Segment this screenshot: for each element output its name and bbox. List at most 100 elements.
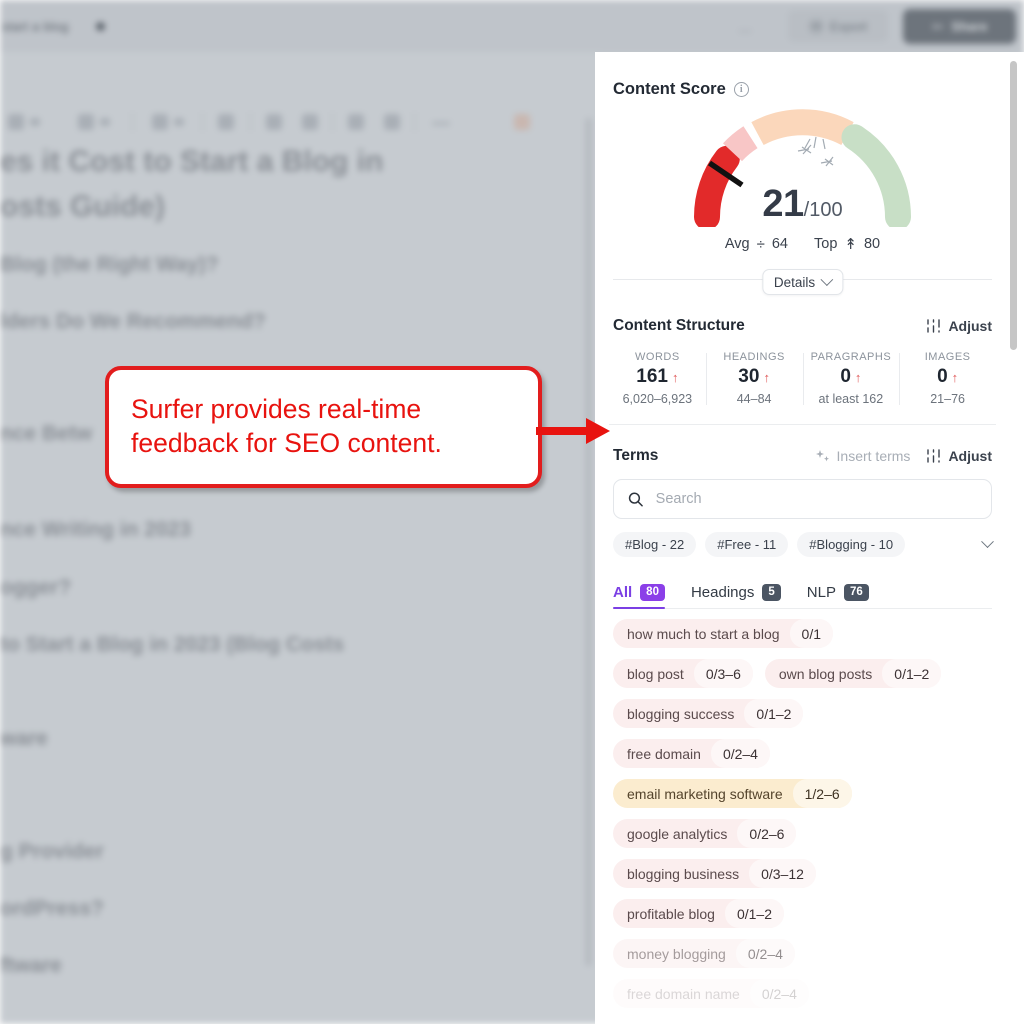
list-style-chevron-icon[interactable]: [100, 118, 110, 126]
terms-header: Terms Insert terms Adjust: [595, 425, 1010, 465]
tag-chip[interactable]: #Blogging - 10: [797, 532, 906, 557]
panel-scrollbar-thumb[interactable]: [1010, 61, 1017, 350]
editor-heading: nce Writing in 2023: [0, 518, 191, 541]
editor-toolbar[interactable]: [0, 52, 600, 132]
adjust-label: Adjust: [948, 318, 992, 334]
more-options-button[interactable]: …: [738, 19, 752, 35]
editor-heading: osts Guide): [0, 190, 166, 223]
tab-badge: 5: [762, 584, 781, 601]
term-chip[interactable]: blogging success 0/1–2: [613, 699, 804, 728]
term-chip[interactable]: free domain name 0/2–4: [613, 979, 809, 1008]
details-button[interactable]: Details: [761, 269, 844, 295]
term-label: blogging success: [627, 705, 735, 722]
terms-adjust-button[interactable]: Adjust: [926, 448, 992, 464]
trend-up-icon: ↑: [951, 370, 959, 385]
text-format-icon[interactable]: [152, 114, 168, 130]
annotation-text: Surfer provides real-time feedback for S…: [131, 394, 442, 458]
details-label: Details: [773, 274, 816, 290]
term-row: blogging business 0/3–12: [613, 859, 992, 888]
content-structure-adjust-button[interactable]: Adjust: [926, 318, 992, 334]
metric-value: 0: [840, 366, 851, 387]
redo-icon[interactable]: [384, 114, 400, 130]
metric-paragraphs: PARAGRAPHS 0 ↑ at least 162: [802, 351, 900, 406]
content-score-value: 21: [762, 183, 804, 225]
tab-badge: 76: [843, 584, 869, 601]
term-label: blog post: [627, 665, 684, 682]
trend-up-icon: ↑: [763, 370, 770, 385]
editor-scrollbar[interactable]: [586, 118, 591, 966]
metric-label: WORDS: [635, 351, 680, 363]
metric-label: IMAGES: [924, 351, 971, 363]
annotation-arrow-icon: [536, 418, 610, 444]
highlight-icon[interactable]: [218, 114, 234, 130]
top-stat: Top ↟ 80: [814, 235, 880, 253]
term-label: google analytics: [627, 825, 728, 842]
tag-chip[interactable]: #Free - 11: [705, 532, 789, 557]
metric-range: 21–76: [930, 392, 965, 406]
metric-value: 161: [636, 366, 668, 387]
tag-chip[interactable]: #Blog - 22: [613, 532, 697, 557]
editor-topbar: start a blog … Ⓜ Export ⇦ Share: [0, 0, 1024, 52]
export-button[interactable]: Ⓜ Export: [788, 10, 888, 42]
term-chip[interactable]: own blog posts 0/1–2: [764, 659, 942, 688]
text-format-chevron-icon[interactable]: [174, 118, 184, 126]
tab-all[interactable]: All 80: [613, 584, 665, 609]
term-chip[interactable]: google analytics 0/2–6: [613, 819, 797, 848]
metric-words: WORDS 161 ↑ 6,020–6,923: [609, 351, 706, 406]
term-chip[interactable]: money blogging 0/2–4: [613, 939, 795, 968]
ai-assist-icon[interactable]: [514, 114, 530, 130]
info-icon[interactable]: i: [733, 82, 749, 97]
sparkles-icon: [815, 449, 829, 461]
tab-nlp[interactable]: NLP 76: [807, 584, 869, 608]
term-row: google analytics 0/2–6: [613, 819, 992, 848]
content-score-value-group: 21/100: [595, 183, 1010, 226]
toolbar-divider: [202, 112, 203, 132]
terms-title: Terms: [613, 447, 659, 464]
term-label: money blogging: [627, 945, 726, 962]
editor-heading: to Start a Blog in 2023 (Blog Costs: [0, 633, 345, 656]
panel-scrollbar-track[interactable]: [1010, 56, 1021, 1024]
tab-headings[interactable]: Headings 5: [691, 584, 781, 608]
term-row: money blogging 0/2–4: [613, 939, 992, 968]
term-row: how much to start a blog 0/1: [613, 619, 992, 648]
term-chip[interactable]: how much to start a blog 0/1: [613, 619, 833, 648]
link-icon[interactable]: [302, 114, 318, 130]
tab-label: Headings: [690, 584, 755, 601]
term-chip[interactable]: blog post 0/3–6: [613, 659, 753, 688]
content-score-title: Content Score: [613, 80, 726, 98]
share-button[interactable]: ⇦ Share: [903, 9, 1016, 44]
insert-terms-button[interactable]: Insert terms: [815, 448, 910, 464]
term-row: email marketing software 1/2–6: [613, 779, 992, 808]
paragraph-style-chevron-icon[interactable]: [30, 118, 40, 126]
metric-label: HEADINGS: [723, 351, 785, 363]
term-count: 0/2–4: [749, 979, 809, 1008]
unsaved-dot-icon: [96, 22, 105, 31]
term-chip[interactable]: free domain 0/2–4: [613, 739, 770, 768]
content-structure-header: Content Structure Adjust: [595, 305, 1010, 335]
toolbar-divider: [132, 112, 133, 132]
term-count: 0/2–4: [710, 739, 770, 768]
term-count: 0/2–4: [735, 939, 795, 968]
term-count: 0/3–12: [749, 859, 816, 888]
editor-heading: es it Cost to Start a Blog in: [0, 145, 384, 178]
term-count: 0/3–6: [693, 659, 753, 688]
horizontal-rule-icon[interactable]: [432, 122, 450, 125]
wordpress-icon: Ⓜ: [808, 18, 824, 36]
term-chip[interactable]: profitable blog 0/1–2: [613, 899, 784, 928]
content-score-max: /100: [803, 199, 843, 221]
metric-images: IMAGES 0 ↑ 21–76: [899, 351, 996, 406]
paragraph-style-icon[interactable]: [8, 114, 24, 130]
metric-range: 6,020–6,923: [622, 392, 693, 406]
term-chip[interactable]: blogging business 0/3–12: [613, 859, 816, 888]
toolbar-divider: [414, 112, 415, 132]
image-icon[interactable]: [266, 114, 282, 130]
chevron-down-icon[interactable]: [981, 535, 994, 549]
tab-label: NLP: [806, 584, 836, 601]
search-input[interactable]: [655, 491, 977, 507]
term-chip[interactable]: email marketing software 1/2–6: [613, 779, 852, 808]
terms-search-box[interactable]: [613, 479, 992, 519]
avg-stat: Avg ÷ 64: [725, 236, 788, 253]
undo-icon[interactable]: [348, 114, 364, 130]
list-style-icon[interactable]: [78, 114, 94, 130]
metric-value: 0: [937, 366, 948, 387]
